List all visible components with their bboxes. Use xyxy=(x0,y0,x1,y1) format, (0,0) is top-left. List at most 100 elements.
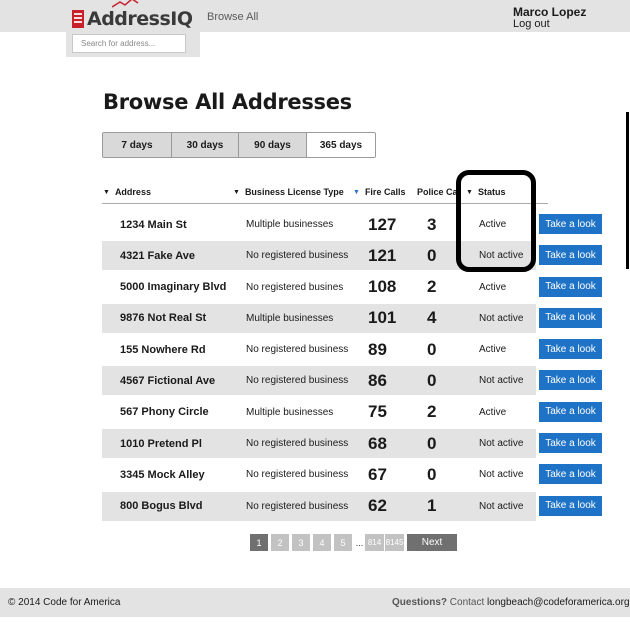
browse-all-link[interactable]: Browse All xyxy=(207,11,258,23)
status-cell: Active xyxy=(479,406,507,418)
status-cell: Not active xyxy=(479,500,524,512)
police-calls-cell: 3 xyxy=(427,214,437,234)
logo-text: AddressIQ xyxy=(87,8,193,30)
take-a-look-button[interactable]: Take a look xyxy=(539,307,602,328)
range-tab-90-days[interactable]: 90 days xyxy=(239,133,307,157)
license-cell: No registered busines xyxy=(246,281,344,293)
page-button-814[interactable]: 814 xyxy=(365,534,384,551)
address-cell[interactable]: 4567 Fictional Ave xyxy=(120,365,215,396)
copyright-text: © 2014 Code for America xyxy=(8,597,121,608)
fire-calls-cell: 121 xyxy=(368,245,397,265)
sort-caret-icon: ▼ xyxy=(353,189,360,196)
status-cell: Not active xyxy=(479,312,524,324)
fire-calls-cell: 108 xyxy=(368,277,397,297)
address-cell[interactable]: 9876 Not Real St xyxy=(120,303,206,334)
police-calls-cell: 2 xyxy=(427,277,437,297)
address-cell[interactable]: 1010 Pretend Pl xyxy=(120,428,202,459)
logout-link[interactable]: Log out xyxy=(513,18,550,30)
fire-calls-cell: 62 xyxy=(368,496,387,516)
fire-calls-cell: 75 xyxy=(368,402,387,422)
address-cell[interactable]: 1234 Main St xyxy=(120,209,187,240)
sort-caret-icon: ▼ xyxy=(103,189,110,196)
address-cell[interactable]: 3345 Mock Alley xyxy=(120,459,205,490)
police-calls-cell: 0 xyxy=(427,433,437,453)
status-cell: Active xyxy=(479,344,507,356)
license-cell: Multiple businesses xyxy=(246,406,334,418)
take-a-look-button[interactable]: Take a look xyxy=(539,276,602,297)
police-calls-cell: 0 xyxy=(427,339,437,359)
fire-calls-cell: 68 xyxy=(368,433,387,453)
footer: © 2014 Code for America Questions? Conta… xyxy=(0,588,630,617)
questions-label: Questions? xyxy=(392,597,448,608)
edge-marker-line xyxy=(626,112,629,269)
police-calls-cell: 2 xyxy=(427,402,437,422)
table-row: 3345 Mock Alley No registered business 6… xyxy=(102,459,608,490)
date-range-tabs: 7 days 30 days 90 days 365 days xyxy=(102,132,376,158)
search-input[interactable] xyxy=(72,34,186,53)
page-title: Browse All Addresses xyxy=(103,90,352,114)
police-calls-cell: 0 xyxy=(427,464,437,484)
address-cell[interactable]: 4321 Fake Ave xyxy=(120,240,195,271)
building-icon xyxy=(72,10,84,28)
take-a-look-button[interactable]: Take a look xyxy=(539,245,602,266)
footer-contact: Questions? Contact longbeach@codeforamer… xyxy=(392,597,630,608)
police-calls-cell: 0 xyxy=(427,245,437,265)
page-button-5[interactable]: 5 xyxy=(334,534,352,551)
app-logo[interactable]: AddressIQ xyxy=(72,7,193,31)
take-a-look-button[interactable]: Take a look xyxy=(539,495,602,516)
status-cell: Not active xyxy=(479,469,524,481)
page-button-2[interactable]: 2 xyxy=(271,534,289,551)
user-name: Marco Lopez xyxy=(513,5,587,19)
status-cell: Active xyxy=(479,281,507,293)
pagination: 1 2 3 4 5 ... 814 8145 Next xyxy=(250,534,457,551)
column-header-label: Address xyxy=(114,187,151,197)
address-cell[interactable]: 5000 Imaginary Blvd xyxy=(120,272,226,303)
license-cell: No registered business xyxy=(246,250,349,262)
fire-calls-cell: 127 xyxy=(368,214,397,234)
page-ellipsis: ... xyxy=(355,537,364,548)
license-cell: No registered business xyxy=(246,500,349,512)
column-header-license[interactable]: ▼ Business License Type xyxy=(233,187,353,197)
fire-calls-cell: 89 xyxy=(368,339,387,359)
take-a-look-button[interactable]: Take a look xyxy=(539,214,602,234)
range-tab-30-days[interactable]: 30 days xyxy=(172,133,239,157)
police-calls-cell: 4 xyxy=(427,308,437,328)
range-tab-365-days[interactable]: 365 days xyxy=(307,133,375,157)
police-calls-cell: 0 xyxy=(427,370,437,390)
license-cell: No registered business xyxy=(246,438,349,450)
page-button-8145[interactable]: 8145 xyxy=(385,534,404,551)
take-a-look-button[interactable]: Take a look xyxy=(539,370,602,391)
column-header-label: Business License Type xyxy=(244,187,344,197)
license-cell: No registered business xyxy=(246,375,349,387)
status-cell: Not active xyxy=(479,375,524,387)
page-button-1[interactable]: 1 xyxy=(250,534,268,551)
sort-caret-icon: ▼ xyxy=(233,189,240,196)
column-header-fire-calls[interactable]: ▼ Fire Calls xyxy=(353,187,417,197)
page-button-4[interactable]: 4 xyxy=(313,534,331,551)
table-row: 1010 Pretend Pl No registered business 6… xyxy=(102,428,608,459)
take-a-look-button[interactable]: Take a look xyxy=(539,464,602,485)
address-cell[interactable]: 155 Nowhere Rd xyxy=(120,334,206,365)
column-header-label: Police Ca xyxy=(417,187,458,197)
status-highlight-box xyxy=(456,170,536,272)
column-header-label: Fire Calls xyxy=(364,187,406,197)
table-row: 155 Nowhere Rd No registered business 89… xyxy=(102,334,608,365)
contact-email-link[interactable]: longbeach@codeforamerica.org xyxy=(487,597,629,608)
take-a-look-button[interactable]: Take a look xyxy=(539,401,602,422)
next-page-button[interactable]: Next xyxy=(407,534,457,551)
table-row: 5000 Imaginary Blvd No registered busine… xyxy=(102,272,608,303)
take-a-look-button[interactable]: Take a look xyxy=(539,339,602,360)
column-header-police-calls[interactable]: Police Ca xyxy=(417,187,459,197)
page-button-3[interactable]: 3 xyxy=(292,534,310,551)
take-a-look-button[interactable]: Take a look xyxy=(539,433,602,454)
address-cell[interactable]: 800 Bogus Blvd xyxy=(120,491,203,522)
range-tab-7-days[interactable]: 7 days xyxy=(103,133,172,157)
status-cell: Not active xyxy=(479,438,524,450)
column-header-address[interactable]: ▼ Address xyxy=(103,187,223,197)
fire-calls-cell: 101 xyxy=(368,308,397,328)
address-cell[interactable]: 567 Phony Circle xyxy=(120,397,209,428)
table-row: 4567 Fictional Ave No registered busines… xyxy=(102,365,608,396)
fire-calls-cell: 86 xyxy=(368,370,387,390)
license-cell: No registered business xyxy=(246,344,349,356)
license-cell: Multiple businesses xyxy=(246,312,334,324)
